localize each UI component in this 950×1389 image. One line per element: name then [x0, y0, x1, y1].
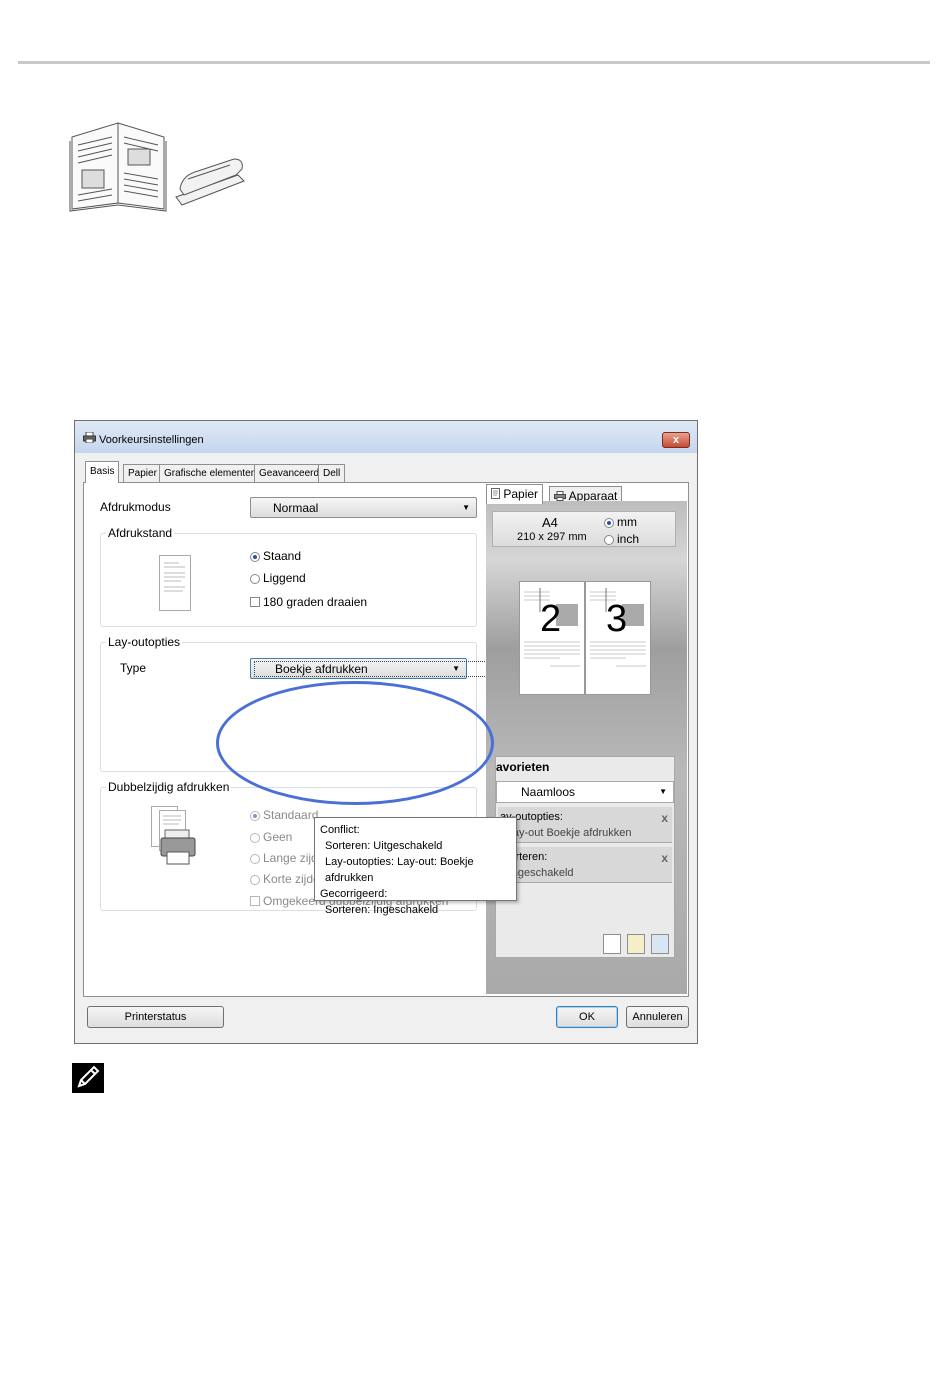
- favorite-item-sorteren: Sorteren: - Ingeschakeld x: [498, 847, 672, 883]
- liggend-radio[interactable]: [250, 574, 260, 584]
- tooltip-layout: Lay-outopties: Lay-out: Boekje afdrukken: [325, 856, 474, 884]
- favorites-title: avorieten: [496, 760, 550, 774]
- chevron-down-icon: ▼: [659, 787, 667, 796]
- preview-panel: A4 210 x 297 mm mm inch 2 3 avorieten Na…: [486, 501, 687, 994]
- conflict-tooltip: Conflict: Sorteren: Uitgeschakeld Lay-ou…: [314, 817, 517, 916]
- delete-favorite-button[interactable]: [651, 934, 669, 954]
- unit-mm-label: mm: [617, 515, 637, 529]
- tooltip-conflict: Conflict:: [320, 824, 360, 836]
- korte-zijde-radio[interactable]: [250, 875, 260, 885]
- afdrukstand-group: Afdrukstand Staand Liggend 180 graden dr…: [100, 526, 477, 627]
- tooltip-sorteren-off: Sorteren: Uitgeschakeld: [325, 840, 443, 852]
- preview-page-right: 3: [585, 581, 651, 695]
- page-top-rule: [18, 61, 930, 64]
- afdrukmodus-label: Afdrukmodus: [100, 500, 171, 514]
- standaard-radio[interactable]: [250, 811, 260, 821]
- rotate-180-checkbox[interactable]: [250, 597, 260, 607]
- unit-inch-radio[interactable]: [604, 535, 614, 545]
- highlight-ellipse: [216, 681, 494, 805]
- favorites-select[interactable]: Naamloos ▼: [496, 781, 674, 803]
- preview-page-left: 2: [519, 581, 585, 695]
- staand-radio[interactable]: [250, 552, 260, 562]
- duplex-title: Dubbelzijdig afdrukken: [106, 780, 232, 794]
- staand-label: Staand: [263, 549, 302, 563]
- lange-zijde-radio[interactable]: [250, 854, 260, 864]
- tab-dell[interactable]: Dell: [318, 464, 346, 482]
- tab-basis[interactable]: Basis: [85, 461, 120, 483]
- type-label: Type: [120, 661, 147, 675]
- unit-mm-radio[interactable]: [604, 518, 614, 528]
- layout-type-select[interactable]: Boekje afdrukken ▼: [250, 658, 541, 679]
- tab-grafische-elementen[interactable]: Grafische elementen: [159, 464, 262, 482]
- new-favorite-button[interactable]: [603, 934, 621, 954]
- ok-button[interactable]: OK: [556, 1006, 618, 1028]
- tab-geavanceerd[interactable]: Geavanceerd: [254, 464, 325, 482]
- paper-dimensions: 210 x 297 mm: [517, 531, 587, 543]
- afdrukstand-title: Afdrukstand: [106, 526, 175, 540]
- booklet-stapler-illustration: [69, 122, 245, 212]
- tab-preview-papier[interactable]: Papier: [486, 484, 544, 504]
- korte-zijde-label: Korte zijde: [263, 872, 320, 886]
- preview-papier-label: Papier: [503, 487, 539, 501]
- close-button[interactable]: x: [662, 432, 690, 448]
- portrait-page-icon: [159, 555, 191, 611]
- duplex-printer-icon: [151, 806, 196, 865]
- geen-radio[interactable]: [250, 833, 260, 843]
- remove-icon[interactable]: x: [661, 851, 668, 865]
- page-icon: [491, 488, 500, 499]
- note-pencil-icon: [72, 1063, 104, 1093]
- tooltip-sorteren-on: Sorteren: Ingeschakeld: [325, 904, 439, 916]
- title-bar: Voorkeursinstellingen x: [75, 421, 697, 453]
- layout-title: Lay-outopties: [106, 635, 183, 649]
- favorite-item-layout: ay-outopties: - Lay-out Boekje afdrukken…: [498, 807, 672, 843]
- printer-icon: [83, 432, 96, 443]
- paper-size: A4: [542, 515, 558, 530]
- favorites-box: avorieten Naamloos ▼ ay-outopties: - Lay…: [495, 756, 675, 958]
- omgekeerd-checkbox[interactable]: [250, 896, 260, 906]
- rotate-180-label: 180 graden draaien: [263, 595, 368, 609]
- unit-inch-label: inch: [617, 532, 640, 546]
- standaard-label: Standaard: [263, 808, 319, 822]
- cancel-button[interactable]: Annuleren: [626, 1006, 689, 1028]
- geen-label: Geen: [263, 830, 293, 844]
- preferences-dialog: Voorkeursinstellingen x Basis Papier Gra…: [74, 420, 698, 1044]
- afdrukmodus-select[interactable]: Normaal ▼: [250, 497, 477, 518]
- paper-size-box: A4 210 x 297 mm mm inch: [492, 511, 676, 547]
- window-title: Voorkeursinstellingen: [99, 434, 204, 446]
- tooltip-corrected: Gecorrigeerd:: [320, 888, 388, 900]
- chevron-down-icon: ▼: [452, 664, 460, 673]
- printer-icon: [554, 491, 566, 501]
- save-favorite-button[interactable]: [627, 934, 645, 954]
- printer-status-button[interactable]: Printerstatus: [87, 1006, 224, 1028]
- remove-icon[interactable]: x: [661, 811, 668, 825]
- tab-papier[interactable]: Papier: [123, 464, 162, 482]
- liggend-label: Liggend: [263, 571, 306, 585]
- page-number-left: 2: [540, 598, 562, 640]
- chevron-down-icon: ▼: [462, 503, 470, 512]
- page-number-right: 3: [606, 598, 628, 640]
